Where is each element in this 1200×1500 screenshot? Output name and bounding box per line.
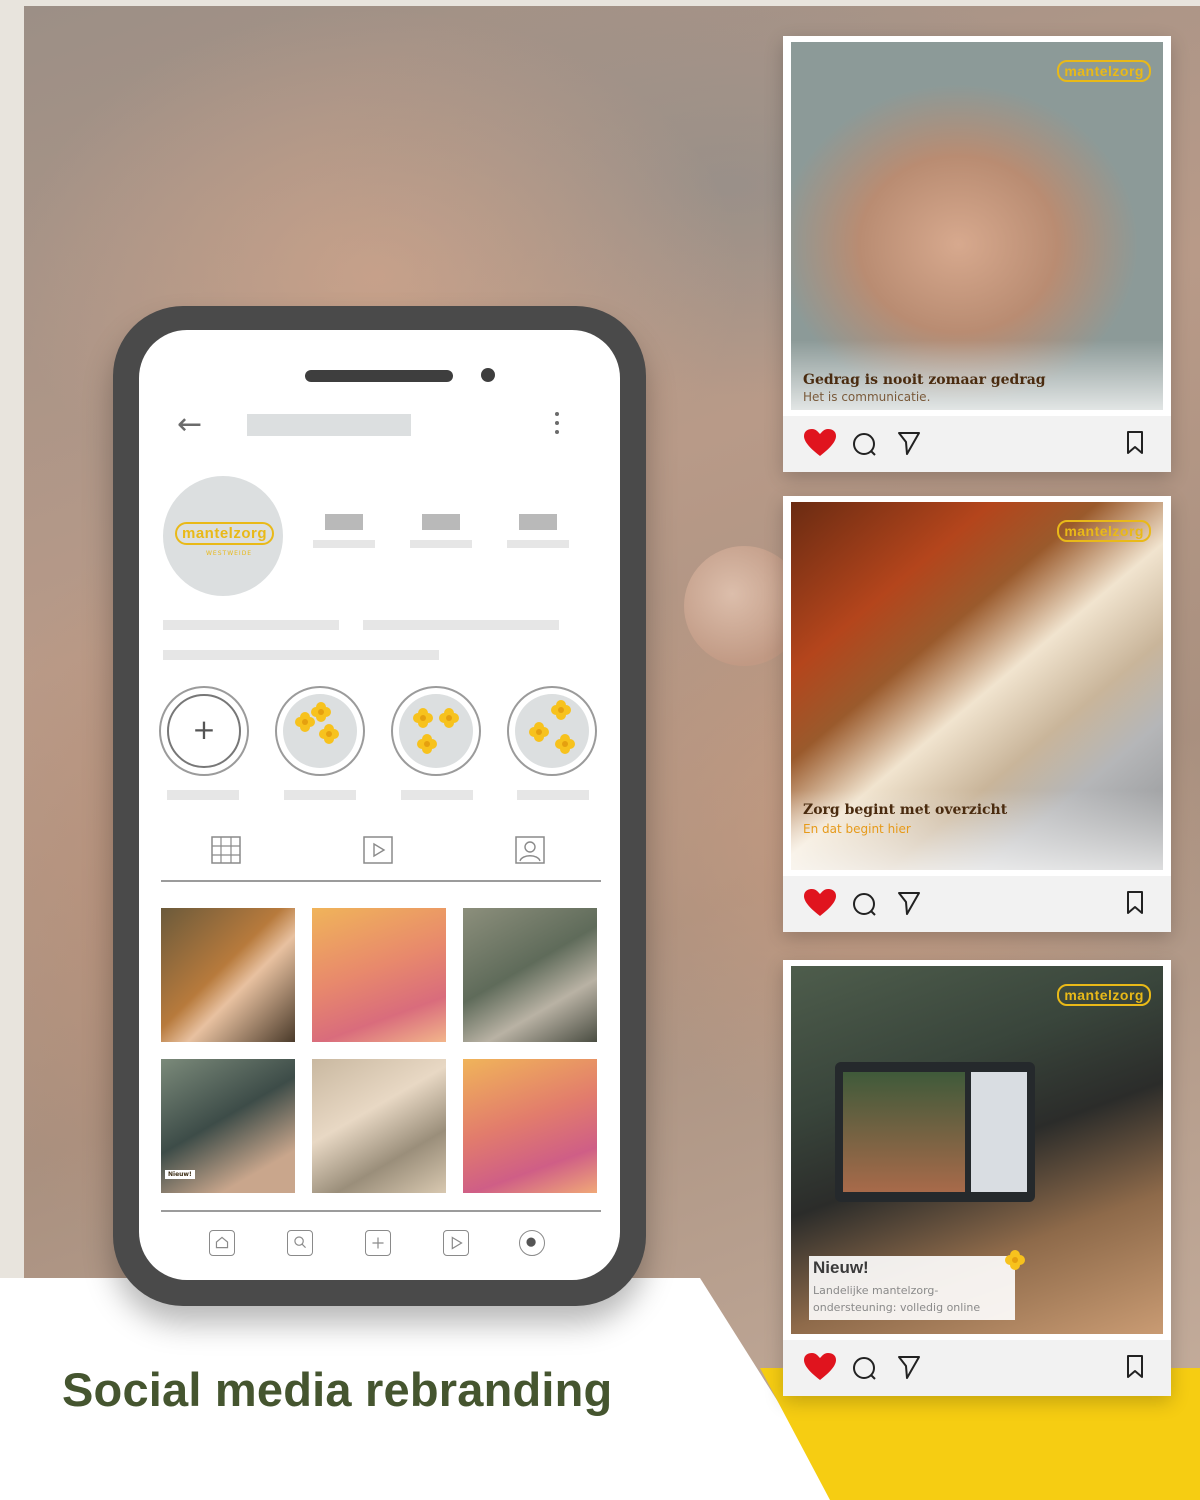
phone-speaker — [305, 370, 453, 382]
comment-icon[interactable] — [851, 891, 877, 917]
instagram-post-card: mantelzorg Zorg begint met overzicht En … — [783, 496, 1171, 932]
send-icon[interactable] — [897, 890, 921, 916]
reels-icon[interactable] — [363, 836, 393, 864]
instagram-post-card: mantelzorg Gedrag is nooit zomaar gedrag… — [783, 36, 1171, 472]
kebab-menu-icon[interactable] — [553, 410, 561, 440]
post-action-bar — [783, 416, 1171, 472]
post-subtitle: Landelijke mantelzorg- ondersteuning: vo… — [813, 1284, 981, 1314]
flower-icon — [555, 734, 575, 754]
flower-icon — [551, 700, 571, 720]
bio-line — [163, 620, 339, 630]
grid-post[interactable] — [312, 908, 446, 1042]
post-action-bar — [783, 876, 1171, 932]
search-icon[interactable] — [287, 1230, 313, 1256]
phone-mockup: ← mantelzorg WESTWEIDE + Nieuw! — [113, 306, 646, 1306]
post-title: Zorg begint met overzicht — [803, 802, 1008, 818]
flower-icon — [529, 722, 549, 742]
bottom-divider — [161, 1210, 601, 1212]
stat-followers[interactable] — [410, 514, 472, 548]
post-action-bar — [783, 1340, 1171, 1396]
stat-following[interactable] — [507, 514, 569, 548]
home-icon[interactable] — [209, 1230, 235, 1256]
brand-logo: mantelzorg — [1057, 60, 1151, 82]
bookmark-icon[interactable] — [1125, 430, 1145, 456]
post-image[interactable]: mantelzorg Gedrag is nooit zomaar gedrag… — [791, 42, 1163, 410]
arrow-left-icon[interactable]: ← — [177, 410, 202, 440]
bio-line — [363, 620, 559, 630]
profile-name-placeholder — [247, 414, 411, 436]
grid-post[interactable] — [312, 1059, 446, 1193]
headline: Social media rebranding — [62, 1363, 613, 1416]
instagram-post-card: mantelzorg Nieuw! Landelijke mantelzorg-… — [783, 960, 1171, 1396]
grid-icon[interactable] — [211, 836, 241, 864]
post-subtitle: Het is communicatie. — [803, 390, 931, 404]
highlight[interactable] — [391, 686, 481, 776]
highlight-label — [284, 790, 356, 800]
profile-icon[interactable] — [519, 1230, 545, 1256]
flower-icon — [319, 724, 339, 744]
tagged-icon[interactable] — [515, 836, 545, 864]
tabs-divider — [161, 880, 601, 882]
grid-post[interactable] — [463, 1059, 597, 1193]
highlight[interactable] — [275, 686, 365, 776]
comment-icon[interactable] — [851, 431, 877, 457]
post-title: Nieuw! — [813, 1258, 869, 1277]
phone-camera — [481, 368, 495, 382]
stat-posts[interactable] — [313, 514, 375, 548]
bio-line — [163, 650, 439, 660]
flower-icon — [439, 708, 459, 728]
heart-icon[interactable] — [803, 888, 837, 918]
grid-post[interactable]: Nieuw! — [161, 1059, 295, 1193]
bookmark-icon[interactable] — [1125, 890, 1145, 916]
brand-logo: mantelzorg — [1057, 520, 1151, 542]
highlight-label — [167, 790, 239, 800]
send-icon[interactable] — [897, 1354, 921, 1380]
brand-logo: mantelzorg — [175, 522, 275, 545]
comment-icon[interactable] — [851, 1355, 877, 1381]
brand-logo: mantelzorg — [1057, 984, 1151, 1006]
flower-icon — [413, 708, 433, 728]
flower-icon — [311, 702, 331, 722]
highlight-label — [401, 790, 473, 800]
brand-logo-sub: WESTWEIDE — [206, 550, 253, 557]
phone-screen: ← mantelzorg WESTWEIDE + Nieuw! — [139, 330, 620, 1280]
plus-icon: + — [167, 694, 241, 768]
flower-icon — [1005, 1250, 1025, 1270]
post-image[interactable]: mantelzorg Nieuw! Landelijke mantelzorg-… — [791, 966, 1163, 1334]
avatar[interactable]: mantelzorg WESTWEIDE — [163, 476, 283, 596]
laptop-screen — [835, 1062, 1035, 1202]
flower-icon — [417, 734, 437, 754]
add-icon[interactable] — [365, 1230, 391, 1256]
grid-post[interactable] — [463, 908, 597, 1042]
highlight[interactable] — [507, 686, 597, 776]
grid-post[interactable] — [161, 908, 295, 1042]
post-subtitle: En dat begint hier — [803, 822, 911, 836]
highlight-label — [517, 790, 589, 800]
send-icon[interactable] — [897, 430, 921, 456]
nieuw-banner: Nieuw! Landelijke mantelzorg- ondersteun… — [809, 1250, 1025, 1320]
bookmark-icon[interactable] — [1125, 1354, 1145, 1380]
heart-icon[interactable] — [803, 428, 837, 458]
heart-icon[interactable] — [803, 1352, 837, 1382]
post-image[interactable]: mantelzorg Zorg begint met overzicht En … — [791, 502, 1163, 870]
post-title: Gedrag is nooit zomaar gedrag — [803, 372, 1046, 388]
reels-icon[interactable] — [443, 1230, 469, 1256]
highlight-new[interactable]: + — [159, 686, 249, 776]
